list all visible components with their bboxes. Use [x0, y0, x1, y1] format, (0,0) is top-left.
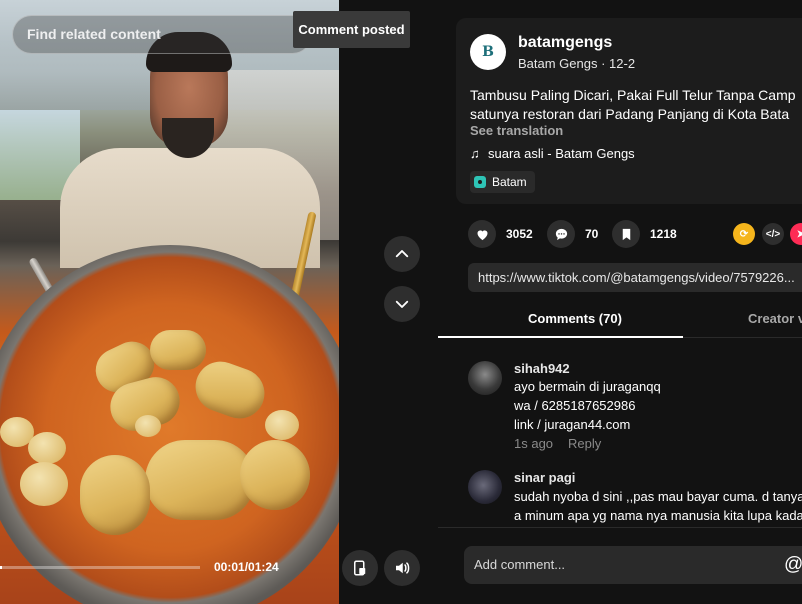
comment-text-line: ayo bermain di juraganqq	[514, 379, 661, 394]
share-arrow-icon: ➤	[796, 228, 802, 240]
tab-comments[interactable]: Comments (70)	[528, 311, 622, 326]
post-info-card: B batamgengs Batam Gengs · 12-2 Tambusu …	[456, 18, 802, 204]
repost-icon: ⟳	[739, 228, 749, 240]
creator-username[interactable]: batamgengs	[518, 34, 612, 52]
like-button[interactable]: 3052	[468, 220, 533, 248]
creator-subline: Batam Gengs · 12-2	[518, 56, 636, 71]
active-tab-indicator	[438, 336, 683, 338]
video-frame-food	[145, 440, 255, 520]
comment-text-line: a minum apa yg nama nya manusia kita lup…	[514, 508, 802, 523]
location-pin-icon	[474, 176, 486, 188]
reply-button[interactable]: Reply	[568, 436, 601, 451]
next-video-button[interactable]	[384, 286, 420, 322]
comment-count: 70	[585, 227, 599, 241]
video-frame-food	[240, 440, 310, 510]
post-description-line: Tambusu Paling Dicari, Pakai Full Telur …	[470, 87, 796, 103]
commenter-avatar[interactable]	[468, 470, 502, 504]
creator-avatar[interactable]: B	[470, 34, 506, 70]
heart-icon	[468, 220, 496, 248]
chevron-down-icon	[395, 300, 409, 308]
video-frame-food	[20, 462, 68, 506]
mention-at-icon[interactable]: @	[784, 554, 802, 576]
find-related-content-button[interactable]: Find related content	[12, 15, 312, 54]
share-button[interactable]: ➤	[790, 223, 802, 245]
music-note-icon: ♫	[470, 146, 480, 161]
comment-text-line: sudah nyoba d sini ,,pas mau bayar cuma.…	[514, 489, 802, 504]
video-time-readout: 00:01/01:24	[214, 560, 279, 574]
post-description-line: satunya restoran dari Padang Panjang di …	[470, 106, 790, 122]
save-button[interactable]: 1218	[612, 220, 677, 248]
bookmark-icon	[612, 220, 640, 248]
commenter-avatar[interactable]	[468, 361, 502, 395]
save-count: 1218	[650, 227, 677, 241]
location-tag[interactable]: Batam	[470, 171, 535, 193]
music-title: suara asli - Batam Gengs	[488, 146, 635, 161]
like-count: 3052	[506, 227, 533, 241]
commenter-username[interactable]: sihah942	[514, 361, 570, 376]
comment-text-line: wa / 6285187652986	[514, 398, 636, 413]
commenter-username[interactable]: sinar pagi	[514, 470, 575, 485]
tab-creator-videos[interactable]: Creator v	[748, 311, 802, 326]
floating-player-button[interactable]	[342, 550, 378, 586]
repost-button[interactable]: ⟳	[733, 223, 755, 245]
video-player[interactable]: Find related content 00:01/01:24	[0, 0, 339, 604]
comment-timestamp: 1s ago	[514, 436, 554, 451]
speaker-icon	[396, 562, 410, 574]
details-panel: B batamgengs Batam Gengs · 12-2 Tambusu …	[438, 0, 802, 604]
composer-divider	[438, 527, 802, 528]
video-frame-food	[150, 330, 206, 370]
avatar-logo-text: B	[482, 44, 494, 60]
chevron-up-icon	[395, 250, 409, 258]
video-progress-fill	[0, 566, 2, 569]
music-link[interactable]: ♫ suara asli - Batam Gengs	[470, 146, 635, 161]
embed-code-icon: </>	[765, 228, 781, 240]
video-frame-food	[265, 410, 299, 440]
post-description: Tambusu Paling Dicari, Pakai Full Telur …	[470, 86, 802, 124]
comment-bubble-icon	[547, 220, 575, 248]
video-frame-food	[135, 415, 161, 437]
previous-video-button[interactable]	[384, 236, 420, 272]
comment-posted-toast: Comment posted	[293, 11, 410, 48]
add-comment-input[interactable]: Add comment...	[464, 546, 802, 584]
video-frame-food	[80, 455, 150, 535]
location-label: Batam	[492, 175, 527, 189]
video-frame-food	[28, 432, 66, 464]
comment-button[interactable]: 70	[547, 220, 598, 248]
volume-button[interactable]	[384, 550, 420, 586]
see-translation-link[interactable]: See translation	[470, 123, 563, 138]
embed-button[interactable]: </>	[762, 223, 784, 245]
picture-in-picture-icon	[354, 560, 366, 576]
video-progress-bar[interactable]	[0, 566, 200, 569]
video-url-field[interactable]: https://www.tiktok.com/@batamgengs/video…	[468, 263, 802, 292]
comment-text-line: link / juragan44.com	[514, 417, 631, 432]
